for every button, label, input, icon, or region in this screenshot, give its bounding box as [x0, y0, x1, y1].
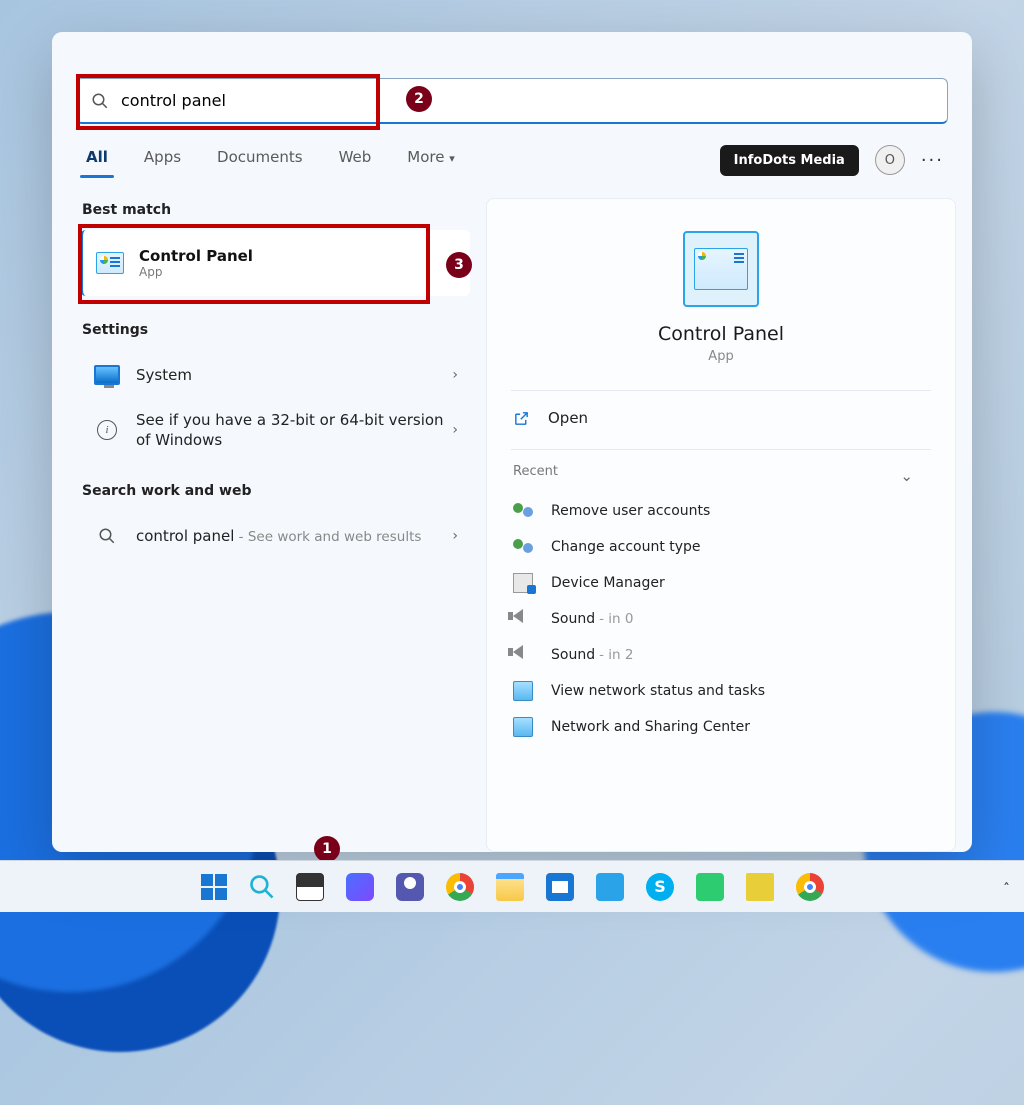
- recent-network-status[interactable]: View network status and tasks: [511, 673, 931, 709]
- settings-system[interactable]: System ›: [80, 350, 470, 400]
- open-external-icon: [513, 410, 530, 427]
- best-match-control-panel[interactable]: Control Panel App: [80, 230, 470, 296]
- tab-more[interactable]: More ▾: [401, 142, 461, 178]
- users-icon: [513, 537, 533, 557]
- recent-sound-2[interactable]: Sound - in 2: [511, 637, 931, 673]
- settings-heading: Settings: [82, 322, 470, 338]
- more-options-button[interactable]: ···: [921, 150, 944, 171]
- teams-chat-button[interactable]: [394, 871, 426, 903]
- network-icon: [513, 681, 533, 701]
- expand-chevron[interactable]: ⌄: [900, 467, 913, 485]
- chrome-button[interactable]: [444, 871, 476, 903]
- tab-web[interactable]: Web: [333, 142, 378, 178]
- recent-network-sharing-center[interactable]: Network and Sharing Center: [511, 709, 931, 745]
- start-button[interactable]: [198, 871, 230, 903]
- chrome-button-2[interactable]: [794, 871, 826, 903]
- tab-apps[interactable]: Apps: [138, 142, 187, 178]
- search-input[interactable]: [121, 91, 933, 110]
- monitor-icon: [92, 360, 122, 390]
- detail-subtitle: App: [708, 349, 733, 364]
- annotation-number-1: 1: [314, 836, 340, 862]
- pinned-app-2[interactable]: [694, 871, 726, 903]
- tray-expand-icon[interactable]: ˆ: [1003, 882, 1010, 898]
- best-match-subtitle: App: [139, 265, 458, 279]
- search-work-web-heading: Search work and web: [82, 483, 470, 499]
- taskbar-search-button[interactable]: [248, 873, 276, 901]
- task-view-button[interactable]: [294, 871, 326, 903]
- annotation-number-2: 2: [406, 86, 432, 112]
- recent-change-account-type[interactable]: Change account type: [511, 529, 931, 565]
- chevron-down-icon: ▾: [449, 152, 455, 165]
- start-search-panel: 2 All Apps Documents Web More ▾ InfoDots…: [52, 32, 972, 852]
- device-manager-icon: [513, 573, 533, 593]
- best-match-title: Control Panel: [139, 247, 458, 265]
- speaker-icon: [513, 645, 533, 665]
- recent-heading: Recent: [513, 464, 931, 479]
- recent-sound-0[interactable]: Sound - in 0: [511, 601, 931, 637]
- chevron-right-icon: ›: [452, 528, 458, 544]
- file-explorer-button[interactable]: [494, 871, 526, 903]
- recent-remove-user-accounts[interactable]: Remove user accounts: [511, 493, 931, 529]
- detail-title: Control Panel: [658, 323, 784, 345]
- settings-32-64-bit[interactable]: i See if you have a 32-bit or 64-bit ver…: [80, 400, 470, 461]
- chevron-right-icon: ›: [452, 422, 458, 438]
- tab-documents[interactable]: Documents: [211, 142, 309, 178]
- taskbar: S ˆ: [0, 860, 1024, 912]
- search-web-control-panel[interactable]: control panel - See work and web results…: [80, 511, 470, 561]
- users-icon: [513, 501, 533, 521]
- pinned-app-1[interactable]: [594, 871, 626, 903]
- network-icon: [513, 717, 533, 737]
- chevron-right-icon: ›: [452, 367, 458, 383]
- sticky-notes-button[interactable]: [744, 871, 776, 903]
- open-action[interactable]: Open: [511, 391, 931, 445]
- microsoft-store-button[interactable]: [544, 871, 576, 903]
- best-match-heading: Best match: [82, 202, 470, 218]
- control-panel-icon: [95, 248, 125, 278]
- widgets-button[interactable]: [344, 871, 376, 903]
- search-icon: [91, 92, 109, 110]
- filter-tabs: All Apps Documents Web More ▾ InfoDots M…: [52, 134, 972, 178]
- detail-pane: Control Panel App Open ⌄ Recent Remove u…: [486, 198, 956, 852]
- recent-device-manager[interactable]: Device Manager: [511, 565, 931, 601]
- speaker-icon: [513, 609, 533, 629]
- search-icon: [92, 521, 122, 551]
- avatar[interactable]: O: [875, 145, 905, 175]
- info-icon: i: [92, 415, 122, 445]
- skype-button[interactable]: S: [644, 871, 676, 903]
- search-box[interactable]: [76, 78, 948, 124]
- annotation-number-3: 3: [446, 252, 472, 278]
- tab-all[interactable]: All: [80, 142, 114, 178]
- control-panel-large-icon: [683, 231, 759, 307]
- account-badge[interactable]: InfoDots Media: [720, 145, 859, 176]
